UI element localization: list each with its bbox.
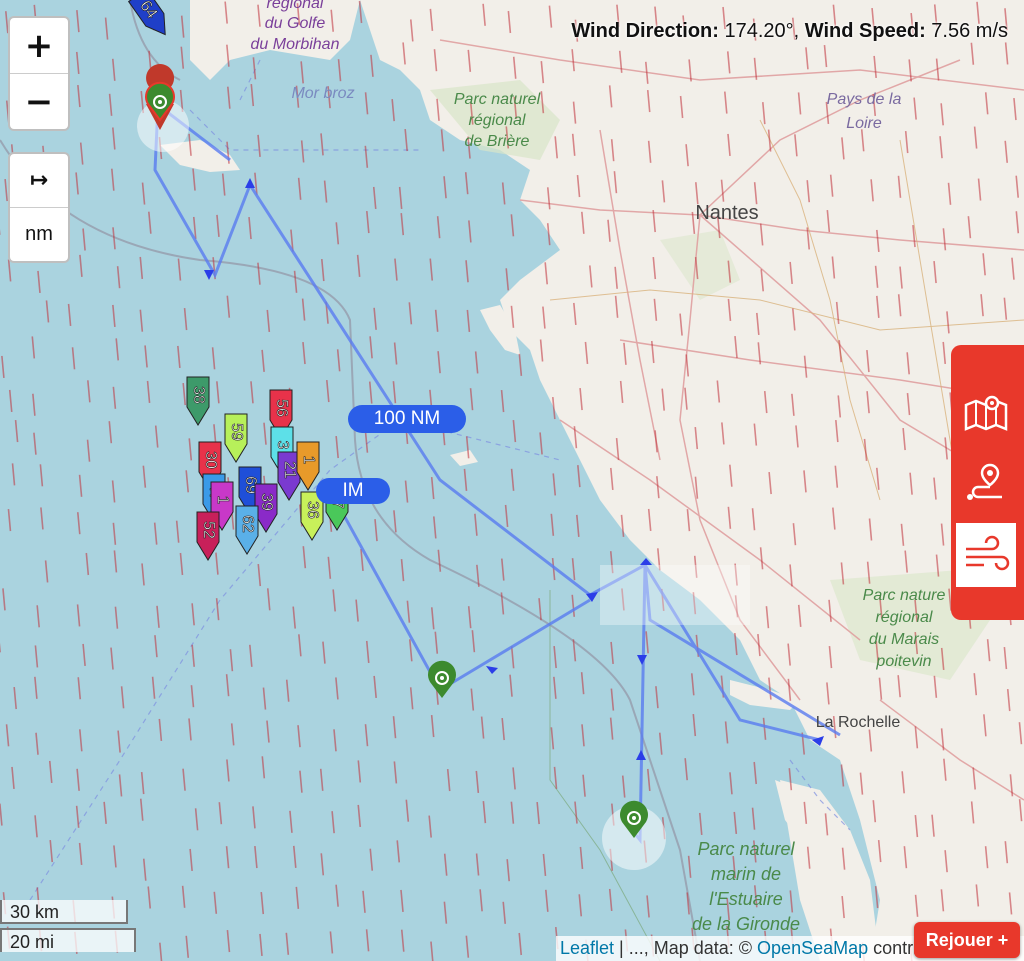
label-golfe-1: du Golfe — [265, 15, 326, 32]
wind-icon — [966, 535, 1010, 571]
label-gironde-4: de la Gironde — [692, 914, 800, 934]
label-briere-3: de Brière — [465, 133, 530, 150]
label-la-rochelle: La Rochelle — [816, 714, 901, 731]
boat-number: 56 — [273, 399, 290, 417]
label-pays-loire-1: Pays de la — [827, 91, 902, 108]
replay-button[interactable]: Rejouer + — [914, 922, 1020, 958]
wind-direction-label: Wind Direction: — [571, 20, 719, 42]
label-gironde-2: marin de — [711, 864, 781, 884]
scale-bar-km: 30 km — [0, 900, 128, 924]
route-pin-icon — [967, 463, 1002, 500]
map-route-icon — [964, 395, 1008, 431]
wind-speed-label: Wind Speed: — [804, 20, 926, 42]
label-marais-2: régional — [876, 609, 933, 626]
label-gironde-1: Parc naturel — [697, 839, 795, 859]
label-marais-1: Parc nature — [863, 587, 946, 604]
boat-number: 1 — [300, 456, 317, 465]
boat-number: 3 — [274, 441, 291, 450]
distance-label-nm: IM — [316, 478, 390, 504]
scale-bar-mi: 20 mi — [0, 928, 136, 952]
label-marais-3: du Marais — [869, 631, 939, 648]
zoom-out-button[interactable]: − — [10, 73, 68, 129]
route-pin-button[interactable] — [956, 451, 1016, 515]
boat-number: 52 — [200, 521, 217, 539]
boat-number: 59 — [228, 423, 245, 441]
boat-number: 62 — [239, 515, 256, 533]
leaflet-link[interactable]: Leaflet — [560, 938, 614, 958]
course-zone — [600, 565, 750, 625]
wind-direction-value: 174.20°, — [724, 20, 800, 42]
map-route-button[interactable] — [956, 381, 1016, 445]
label-nantes: Nantes — [695, 202, 758, 224]
attribution-text: | ..., Map data: © — [614, 938, 758, 958]
zoom-in-button[interactable]: + — [10, 18, 68, 73]
zoom-control: + − — [8, 16, 70, 131]
boat-number: 39 — [258, 493, 275, 511]
label-mor-broz: Mor broz — [291, 85, 354, 102]
boat-number: 36 — [304, 501, 321, 519]
unit-control: ↦ nm — [8, 152, 70, 263]
unit-toggle-button[interactable]: nm — [10, 207, 68, 261]
distance-label-100nm: 100 NM — [348, 405, 466, 433]
map-canvas[interactable]: 64385956303211471693936276252 régional d… — [0, 0, 1024, 961]
wind-speed-value: 7.56 m/s — [931, 20, 1008, 42]
label-pays-loire-2: Loire — [846, 115, 882, 132]
openseamap-link[interactable]: OpenSeaMap — [757, 938, 868, 958]
boat-number: 1 — [214, 496, 231, 505]
side-panel — [951, 345, 1024, 620]
label-gironde-3: l'Estuaire — [709, 889, 782, 909]
label-briere-1: Parc naturel — [454, 91, 541, 108]
label-golfe-2: du Morbihan — [251, 36, 340, 53]
label-briere-2: régional — [469, 112, 526, 129]
measure-icon[interactable]: ↦ — [10, 154, 68, 207]
label-marais-4: poitevin — [875, 653, 931, 670]
boat-number: 30 — [202, 451, 219, 469]
wind-button[interactable] — [956, 523, 1016, 587]
wind-info: Wind Direction: 174.20°, Wind Speed: 7.5… — [571, 20, 1008, 43]
boat-number: 38 — [190, 386, 207, 404]
boat-number: 21 — [281, 461, 298, 479]
label-golfe-top: régional — [267, 0, 324, 12]
